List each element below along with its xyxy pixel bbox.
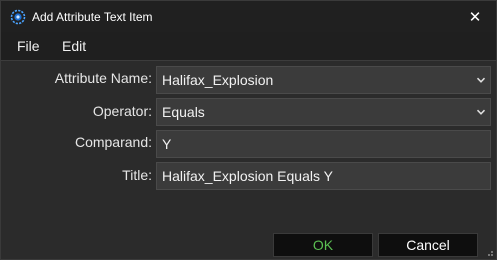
menu-file[interactable]: File [17, 38, 40, 54]
title-bar[interactable]: Add Attribute Text Item ✕ [1, 1, 496, 32]
title-label: Title: [122, 167, 152, 183]
chevron-down-icon [476, 109, 486, 115]
title-value: Halifax_Explosion Equals Y [162, 168, 333, 184]
attribute-name-dropdown[interactable]: Halifax_Explosion [156, 66, 491, 94]
app-gear-icon [10, 9, 26, 25]
attribute-name-value: Halifax_Explosion [162, 72, 274, 88]
window-title: Add Attribute Text Item [32, 10, 153, 24]
resize-grip-icon[interactable] [484, 247, 494, 257]
menu-bar: File Edit [1, 32, 496, 60]
operator-label: Operator: [92, 103, 152, 119]
comparand-input[interactable]: Y [156, 130, 491, 158]
title-input[interactable]: Halifax_Explosion Equals Y [156, 162, 491, 190]
comparand-label: Comparand: [74, 134, 152, 150]
comparand-value: Y [162, 136, 172, 152]
close-icon: ✕ [468, 8, 482, 26]
button-bar: OK Cancel [1, 230, 496, 259]
operator-value: Equals [162, 104, 205, 120]
close-button[interactable]: ✕ [454, 1, 496, 32]
form-panel: Attribute Name: Halifax_Explosion Operat… [1, 60, 496, 230]
menu-edit[interactable]: Edit [62, 38, 86, 54]
operator-dropdown[interactable]: Equals [156, 98, 491, 126]
ok-button[interactable]: OK [273, 233, 373, 257]
cancel-button[interactable]: Cancel [378, 233, 478, 257]
dialog-window: Add Attribute Text Item ✕ File Edit Attr… [0, 0, 497, 260]
chevron-down-icon [476, 77, 486, 83]
attribute-name-label: Attribute Name: [54, 70, 152, 86]
